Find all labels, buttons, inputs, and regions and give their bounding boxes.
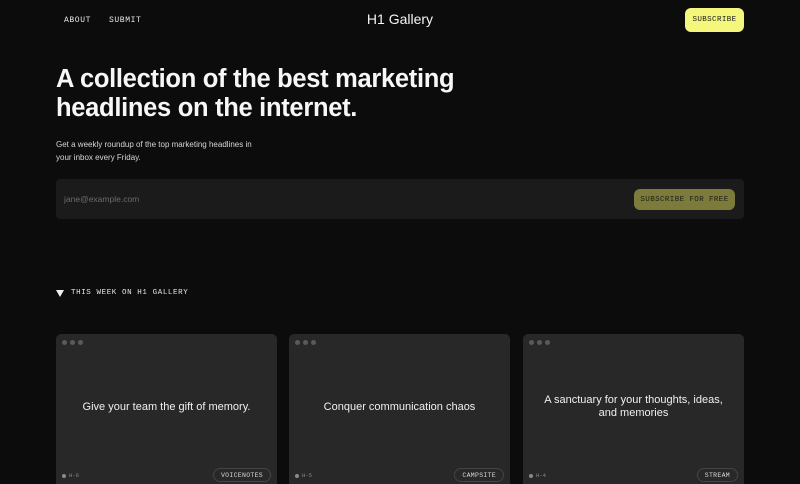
card-headline: Give your team the gift of memory. <box>82 400 251 413</box>
card-id: H-5 <box>302 472 312 479</box>
status-dot-icon <box>62 473 66 478</box>
status-dot-icon <box>295 473 299 478</box>
nav-submit-link[interactable]: SUBMIT <box>109 16 141 25</box>
subscribe-button[interactable]: SUBSCRIBE <box>685 8 744 32</box>
card-headline: A sanctuary for your thoughts, ideas, an… <box>544 394 723 419</box>
card-meta: H-6 <box>62 472 79 479</box>
this-week-label: THIS WEEK ON H1 GALLERY <box>71 289 189 297</box>
window-dot-icon <box>62 340 67 345</box>
subscribe-for-free-button[interactable]: SUBSCRIBE FOR FREE <box>634 189 735 210</box>
card-meta: H-4 <box>529 472 546 479</box>
this-week-toggle[interactable]: THIS WEEK ON H1 GALLERY <box>56 289 188 297</box>
top-nav: ABOUT SUBMIT H1 Gallery SUBSCRIBE <box>0 0 800 40</box>
card-id: H-6 <box>69 472 79 479</box>
card-id: H-4 <box>536 472 546 479</box>
headline-cards: Give your team the gift of memory. H-6 V… <box>56 334 744 484</box>
status-dot-icon <box>529 473 533 478</box>
card-tag[interactable]: STREAM <box>696 468 738 482</box>
card-tag[interactable]: CAMPSITE <box>454 468 504 482</box>
page-title: A collection of the best marketing headl… <box>56 65 455 122</box>
headline-card[interactable]: Give your team the gift of memory. H-6 V… <box>56 334 277 484</box>
hero-subtitle: Get a weekly roundup of the top marketin… <box>56 140 252 162</box>
window-dot-icon <box>295 340 300 345</box>
email-field[interactable] <box>64 190 464 208</box>
headline-card[interactable]: Conquer communication chaos H-5 CAMPSITE <box>289 334 510 484</box>
window-dot-icon <box>529 340 534 345</box>
subscribe-form: SUBSCRIBE FOR FREE <box>56 179 744 219</box>
card-meta: H-5 <box>295 472 312 479</box>
card-headline: Conquer communication chaos <box>323 400 476 413</box>
card-tag[interactable]: VOICENOTES <box>212 468 271 482</box>
nav-about-link[interactable]: ABOUT <box>64 16 91 25</box>
triangle-down-icon <box>56 289 64 297</box>
headline-card[interactable]: A sanctuary for your thoughts, ideas, an… <box>523 334 744 484</box>
